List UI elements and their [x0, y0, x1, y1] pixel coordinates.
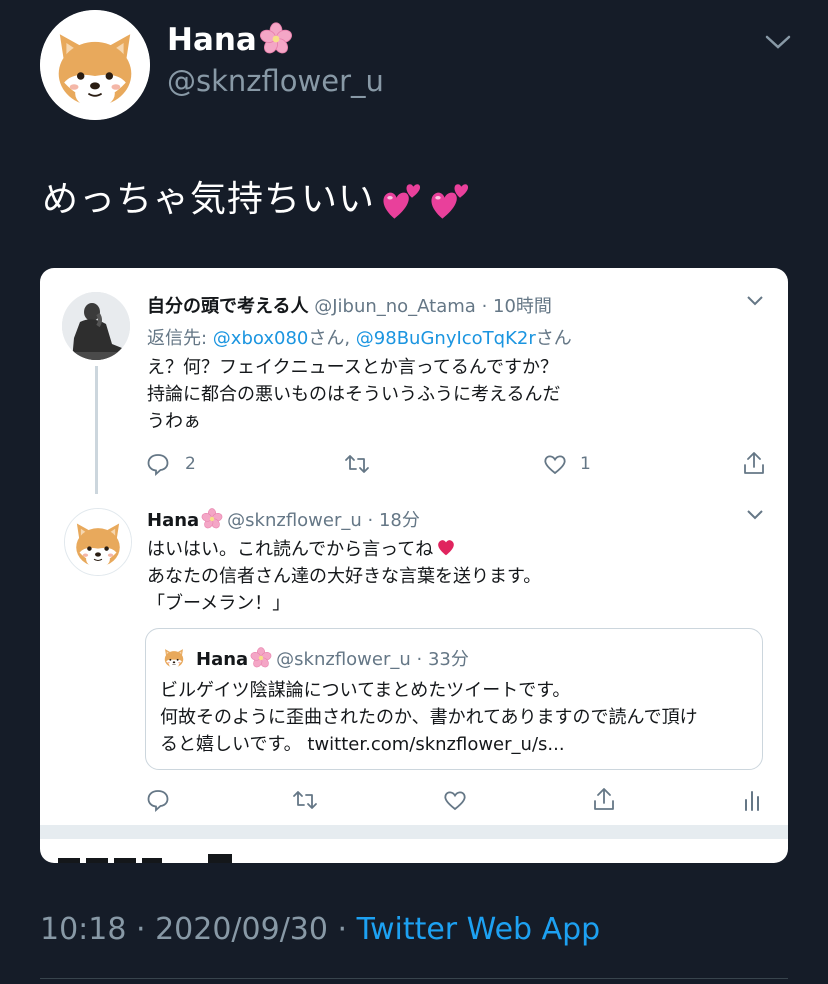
retweet-icon — [293, 791, 317, 809]
tweet-meta: 10:18 · 2020/09/30 · Twitter Web App — [40, 912, 600, 947]
reply-author-handle: @sknzflower_u — [227, 510, 362, 531]
reply-to-line: 返信先: @xbox080さん, @98BuGnyIcoTqK2rさん — [147, 324, 572, 350]
shiba-avatar-icon — [160, 643, 188, 671]
source-app-link[interactable]: Twitter Web App — [357, 912, 601, 947]
reply-icon — [147, 790, 169, 812]
card-divider — [40, 825, 788, 839]
reply-mention: @xbox080 — [212, 328, 309, 349]
reply-tweet-text: はいはい。これ読んでから言ってね あなたの信者さん達の大好きな言葉を送ります。 … — [147, 536, 541, 617]
text-line: 「ブーメラン！」 — [147, 593, 291, 614]
text-line: ると嬉しいです。 twitter.com/sknzflower_u/s... — [160, 734, 565, 755]
parent-tweet-header: 自分の頭で考える人 @Jibun_no_Atama · 10時間 — [147, 292, 552, 318]
two-hearts-emoji-icon — [427, 179, 471, 223]
display-name[interactable]: Hana — [167, 22, 257, 58]
display-name-row[interactable]: Hana — [167, 22, 293, 58]
parent-author-avatar — [62, 292, 130, 360]
quoted-author-handle: @sknzflower_u — [276, 649, 411, 670]
quoted-author-name: Hana — [196, 649, 249, 670]
reply-author-avatar — [64, 508, 132, 576]
divider — [40, 978, 788, 979]
reply-suffix: さん, — [308, 328, 356, 349]
reply-prefix: 返信先: — [147, 328, 213, 349]
chevron-down-icon — [747, 296, 763, 306]
quoted-tweet: Hana @sknzflower_u · 33分 ビルゲイツ陰謀論についてまとめた… — [145, 628, 763, 770]
share-icon — [744, 452, 764, 474]
parent-tweet-text: え？何？フェイクニュースとか言ってるんですか？ 持論に都合の悪いものはそういうふ… — [147, 354, 560, 435]
parent-author-name: 自分の頭で考える人 — [147, 296, 309, 317]
two-hearts-emoji-icon — [379, 179, 423, 223]
like-icon — [444, 791, 466, 811]
reply-count: 2 — [185, 454, 196, 474]
reply-icon — [147, 454, 169, 476]
shiba-avatar-icon — [40, 10, 150, 120]
quoted-author-avatar — [160, 643, 188, 671]
tweet-timestamp[interactable]: 10:18 · 2020/09/30 · — [40, 912, 347, 947]
text-line: 何故そのように歪曲されたのか、書かれてありますので読んで頂け — [160, 707, 698, 728]
text-line: はいはい。これ読んでから言ってね — [147, 539, 434, 560]
share-icon — [594, 788, 614, 810]
cut-off-text — [58, 854, 232, 863]
thinker-statue-icon — [62, 292, 130, 360]
parent-author-handle: @Jibun_no_Atama — [314, 296, 476, 317]
text-line: え？何？フェイクニュースとか言ってるんですか？ — [147, 357, 558, 378]
text-line: うわぁ — [147, 411, 201, 432]
heart-emoji-icon — [435, 536, 457, 558]
reply-tweet-header: Hana @sknzflower_u · 18分 — [147, 506, 420, 532]
reply-author-name: Hana — [147, 510, 200, 531]
cherry-blossom-icon — [201, 508, 223, 530]
chevron-down-icon — [747, 510, 763, 520]
quoted-tweet-text: ビルゲイツ陰謀論についてまとめたツイートです。 何故そのように歪曲されたのか、書… — [160, 677, 698, 758]
cherry-blossom-icon — [250, 647, 272, 669]
tweet-text: めっちゃ気持ちいい — [42, 179, 376, 220]
reply-tweet-time: · 18分 — [367, 510, 420, 531]
shiba-avatar-icon — [65, 509, 131, 575]
like-icon — [544, 455, 566, 475]
quoted-tweet-time: · 33分 — [416, 649, 469, 670]
author-avatar[interactable] — [40, 10, 150, 120]
analytics-icon — [745, 791, 759, 811]
text-line: ビルゲイツ陰謀論についてまとめたツイートです。 — [160, 680, 571, 701]
attached-screenshot[interactable]: 自分の頭で考える人 @Jibun_no_Atama · 10時間 返信先: @x… — [40, 268, 788, 863]
tweet-text-row: めっちゃ気持ちいい — [42, 170, 471, 223]
text-line: あなたの信者さん達の大好きな言葉を送ります。 — [147, 566, 542, 587]
user-handle[interactable]: @sknzflower_u — [167, 64, 384, 98]
chevron-down-icon[interactable] — [764, 32, 792, 52]
like-count: 1 — [580, 454, 591, 474]
parent-tweet-time: · 10時間 — [481, 296, 552, 317]
reply-mention: @98BuGnyIcoTqK2r — [355, 328, 536, 349]
text-line: 持論に都合の悪いものはそういうふうに考えるんだ — [147, 384, 561, 405]
text-line-row: はいはい。これ読んでから言ってね — [147, 536, 541, 563]
cherry-blossom-icon — [259, 22, 293, 56]
quoted-tweet-header: Hana @sknzflower_u · 33分 — [196, 645, 469, 671]
thread-line — [95, 366, 98, 494]
reply-suffix: さん — [535, 328, 572, 349]
retweet-icon — [345, 455, 369, 473]
